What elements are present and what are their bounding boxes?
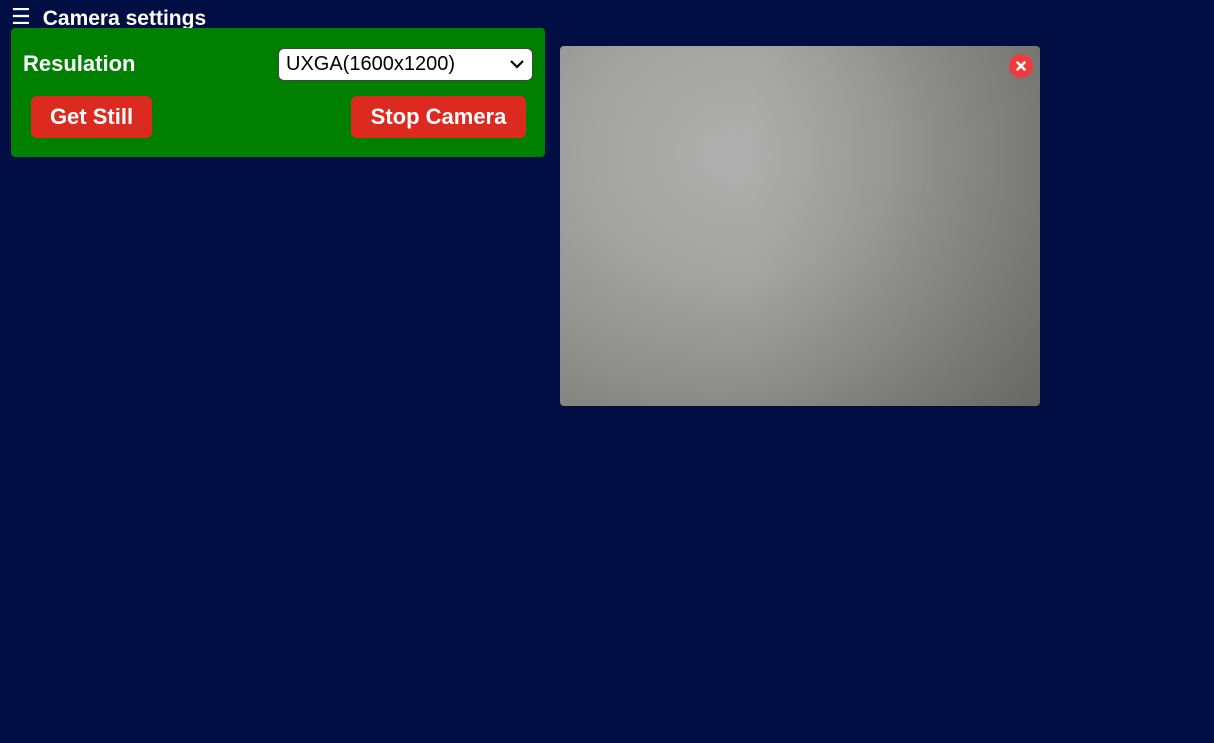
resolution-select[interactable]: UXGA(1600x1200) — [278, 48, 533, 81]
hamburger-menu-icon[interactable]: ☰ — [11, 6, 31, 28]
page-header: ☰ Camera settings — [11, 6, 206, 28]
resolution-label: Resulation — [23, 51, 136, 76]
chevron-down-icon — [510, 60, 524, 69]
close-stream-button[interactable] — [1009, 54, 1033, 78]
stop-camera-button[interactable]: Stop Camera — [351, 96, 526, 138]
camera-stream-image — [560, 46, 1040, 406]
resolution-select-value: UXGA(1600x1200) — [286, 53, 455, 75]
close-x-icon — [1016, 61, 1026, 71]
camera-settings-panel: Resulation UXGA(1600x1200) Get Still Sto… — [11, 28, 545, 157]
page-title: Camera settings — [42, 6, 207, 29]
get-still-button[interactable]: Get Still — [31, 96, 152, 138]
